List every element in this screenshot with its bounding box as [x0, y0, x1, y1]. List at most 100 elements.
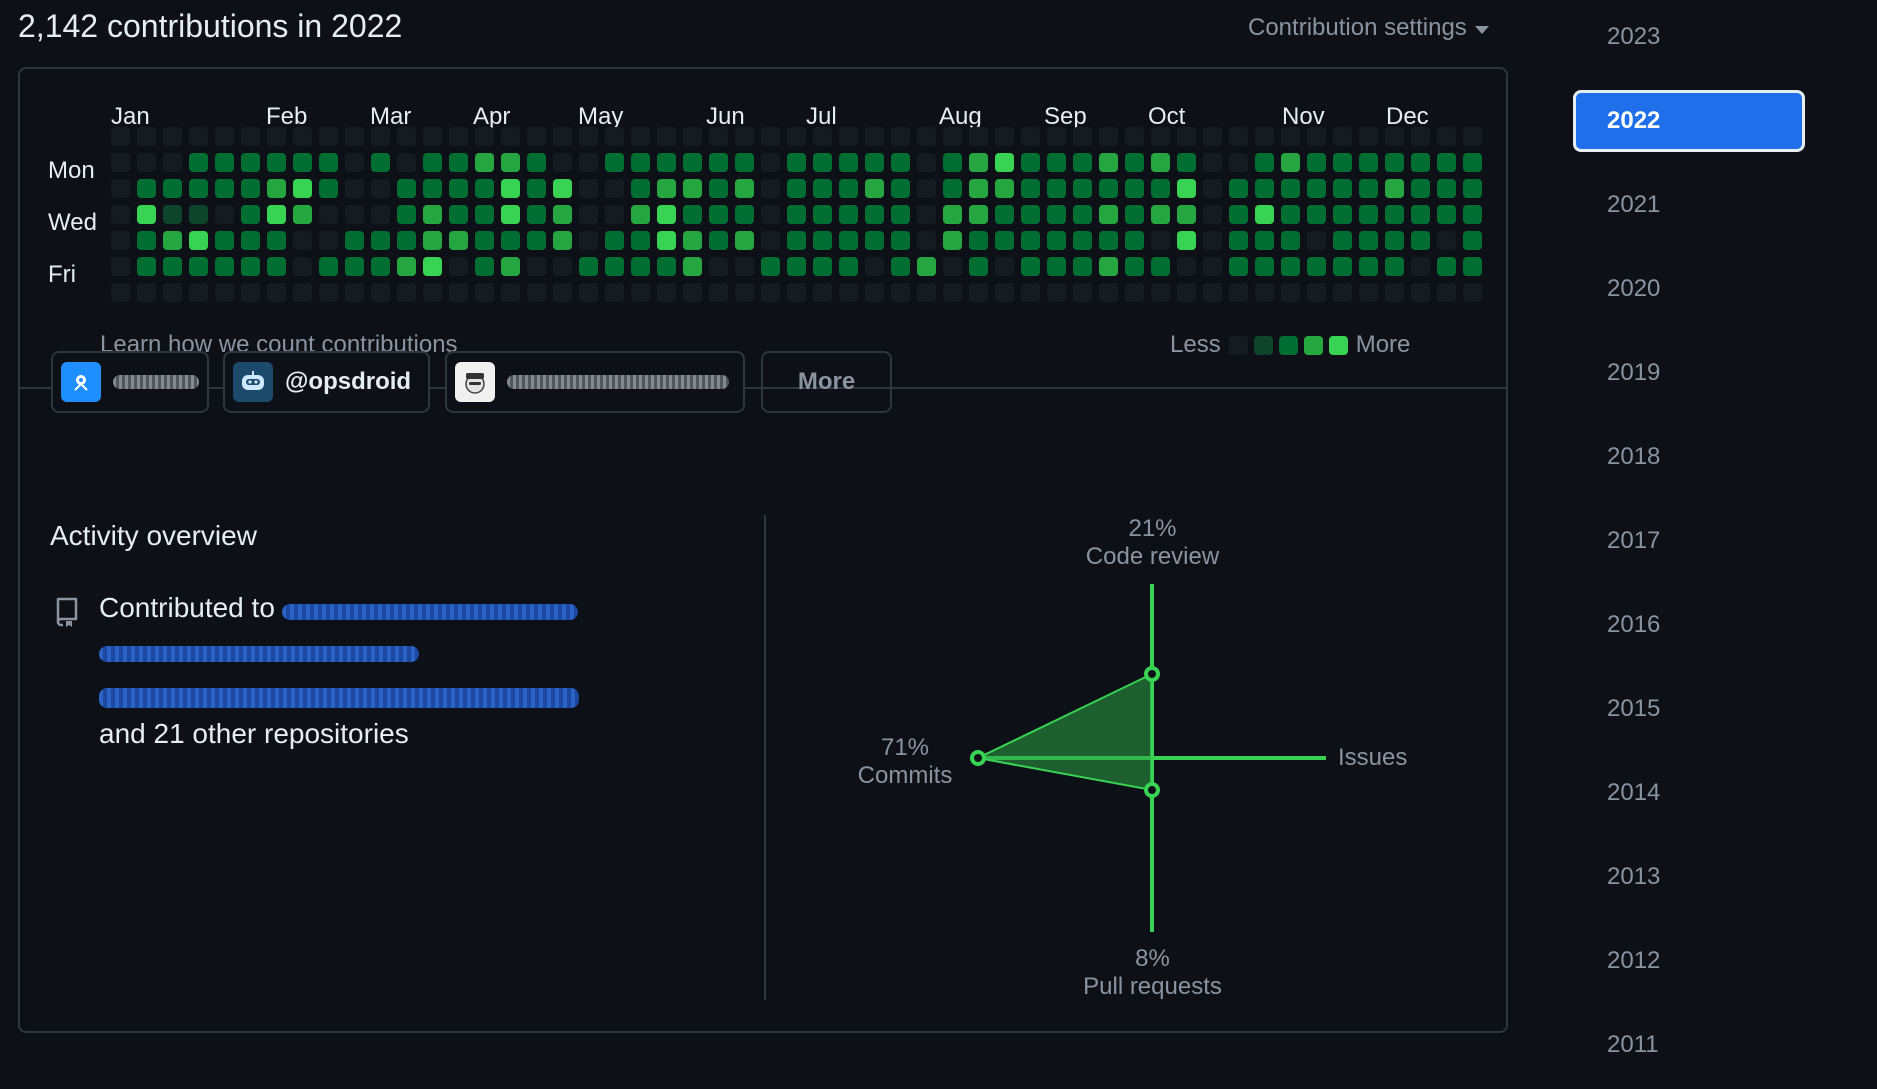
calendar-day-cell[interactable]	[657, 127, 676, 146]
calendar-day-cell[interactable]	[423, 153, 442, 172]
calendar-day-cell[interactable]	[1073, 231, 1092, 250]
calendar-day-cell[interactable]	[943, 205, 962, 224]
calendar-day-cell[interactable]	[1307, 127, 1326, 146]
calendar-day-cell[interactable]	[657, 257, 676, 276]
calendar-day-cell[interactable]	[345, 127, 364, 146]
calendar-day-cell[interactable]	[215, 153, 234, 172]
calendar-day-cell[interactable]	[709, 153, 728, 172]
calendar-day-cell[interactable]	[553, 127, 572, 146]
calendar-day-cell[interactable]	[111, 127, 130, 146]
calendar-day-cell[interactable]	[1463, 205, 1482, 224]
calendar-day-cell[interactable]	[657, 231, 676, 250]
calendar-day-cell[interactable]	[1437, 179, 1456, 198]
calendar-day-cell[interactable]	[709, 231, 728, 250]
calendar-day-cell[interactable]	[215, 205, 234, 224]
calendar-day-cell[interactable]	[865, 205, 884, 224]
calendar-day-cell[interactable]	[397, 127, 416, 146]
calendar-day-cell[interactable]	[1359, 231, 1378, 250]
calendar-day-cell[interactable]	[1281, 283, 1300, 302]
calendar-day-cell[interactable]	[813, 179, 832, 198]
calendar-day-cell[interactable]	[293, 257, 312, 276]
calendar-day-cell[interactable]	[683, 283, 702, 302]
calendar-day-cell[interactable]	[605, 205, 624, 224]
calendar-day-cell[interactable]	[631, 257, 650, 276]
calendar-day-cell[interactable]	[1229, 283, 1248, 302]
calendar-day-cell[interactable]	[553, 257, 572, 276]
calendar-day-cell[interactable]	[397, 283, 416, 302]
calendar-day-cell[interactable]	[1359, 257, 1378, 276]
calendar-day-cell[interactable]	[1021, 231, 1040, 250]
calendar-day-cell[interactable]	[371, 231, 390, 250]
calendar-day-cell[interactable]	[1307, 283, 1326, 302]
calendar-day-cell[interactable]	[319, 231, 338, 250]
calendar-day-cell[interactable]	[995, 153, 1014, 172]
calendar-day-cell[interactable]	[1359, 179, 1378, 198]
calendar-day-cell[interactable]	[293, 179, 312, 198]
calendar-day-cell[interactable]	[1333, 127, 1352, 146]
calendar-day-cell[interactable]	[111, 257, 130, 276]
calendar-day-cell[interactable]	[865, 257, 884, 276]
calendar-day-cell[interactable]	[319, 205, 338, 224]
calendar-day-cell[interactable]	[1437, 257, 1456, 276]
calendar-day-cell[interactable]	[579, 153, 598, 172]
calendar-day-cell[interactable]	[1177, 257, 1196, 276]
calendar-day-cell[interactable]	[761, 205, 780, 224]
calendar-day-cell[interactable]	[163, 205, 182, 224]
calendar-day-cell[interactable]	[969, 205, 988, 224]
calendar-day-cell[interactable]	[1125, 283, 1144, 302]
calendar-day-cell[interactable]	[1255, 283, 1274, 302]
calendar-day-cell[interactable]	[1333, 179, 1352, 198]
calendar-day-cell[interactable]	[1203, 127, 1222, 146]
calendar-day-cell[interactable]	[241, 205, 260, 224]
calendar-day-cell[interactable]	[787, 205, 806, 224]
calendar-day-cell[interactable]	[449, 283, 468, 302]
calendar-day-cell[interactable]	[1177, 231, 1196, 250]
calendar-day-cell[interactable]	[1437, 153, 1456, 172]
calendar-day-cell[interactable]	[1203, 153, 1222, 172]
calendar-day-cell[interactable]	[787, 179, 806, 198]
calendar-day-cell[interactable]	[475, 205, 494, 224]
calendar-day-cell[interactable]	[813, 257, 832, 276]
calendar-day-cell[interactable]	[1385, 153, 1404, 172]
calendar-day-cell[interactable]	[1073, 283, 1092, 302]
calendar-day-cell[interactable]	[1463, 231, 1482, 250]
calendar-day-cell[interactable]	[1047, 283, 1066, 302]
calendar-day-cell[interactable]	[839, 179, 858, 198]
calendar-day-cell[interactable]	[813, 205, 832, 224]
calendar-day-cell[interactable]	[371, 257, 390, 276]
calendar-day-cell[interactable]	[293, 205, 312, 224]
calendar-day-cell[interactable]	[345, 231, 364, 250]
calendar-day-cell[interactable]	[293, 283, 312, 302]
calendar-day-cell[interactable]	[1099, 257, 1118, 276]
year-2019[interactable]: 2019	[1573, 342, 1805, 404]
calendar-day-cell[interactable]	[371, 179, 390, 198]
calendar-day-cell[interactable]	[345, 283, 364, 302]
calendar-day-cell[interactable]	[1255, 231, 1274, 250]
calendar-day-cell[interactable]	[1255, 205, 1274, 224]
calendar-day-cell[interactable]	[501, 153, 520, 172]
calendar-day-cell[interactable]	[657, 283, 676, 302]
calendar-day-cell[interactable]	[345, 153, 364, 172]
calendar-day-cell[interactable]	[1151, 257, 1170, 276]
calendar-day-cell[interactable]	[527, 153, 546, 172]
calendar-day-cell[interactable]	[761, 257, 780, 276]
calendar-day-cell[interactable]	[215, 283, 234, 302]
calendar-day-cell[interactable]	[267, 205, 286, 224]
calendar-day-cell[interactable]	[319, 127, 338, 146]
calendar-day-cell[interactable]	[371, 283, 390, 302]
calendar-day-cell[interactable]	[527, 205, 546, 224]
calendar-day-cell[interactable]	[267, 127, 286, 146]
calendar-day-cell[interactable]	[267, 257, 286, 276]
calendar-day-cell[interactable]	[839, 205, 858, 224]
calendar-day-cell[interactable]	[917, 127, 936, 146]
calendar-day-cell[interactable]	[1177, 205, 1196, 224]
calendar-day-cell[interactable]	[1255, 153, 1274, 172]
calendar-day-cell[interactable]	[1411, 257, 1430, 276]
calendar-day-cell[interactable]	[969, 231, 988, 250]
calendar-day-cell[interactable]	[1229, 231, 1248, 250]
calendar-day-cell[interactable]	[475, 231, 494, 250]
calendar-day-cell[interactable]	[293, 231, 312, 250]
calendar-day-cell[interactable]	[865, 153, 884, 172]
calendar-day-cell[interactable]	[1281, 205, 1300, 224]
calendar-day-cell[interactable]	[423, 283, 442, 302]
